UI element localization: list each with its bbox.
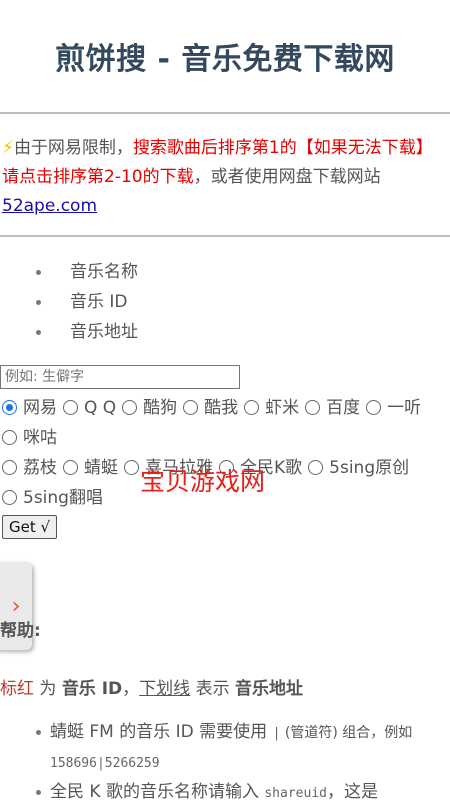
- radio-circle-icon[interactable]: [183, 400, 199, 415]
- radio-label: 虾米: [265, 398, 300, 418]
- help-item: 蜻蜓 FM 的音乐 ID 需要使用 | (管道符) 组合，例如 158696|5…: [0, 718, 450, 778]
- notice-text-2: ，或者使用网盘下载网站: [193, 167, 381, 187]
- radio-label: 百度: [326, 398, 361, 418]
- source-radio-13[interactable]: 5sing翻唱: [2, 483, 103, 513]
- source-radio-5[interactable]: 百度: [305, 393, 360, 423]
- mode-music-url[interactable]: 音乐地址: [0, 317, 450, 347]
- help-heading: 帮助:: [0, 621, 41, 641]
- radio-label: 喜马拉雅: [145, 458, 213, 478]
- notice-text-1: 由于网易限制，: [13, 138, 133, 158]
- legend-music-id: 音乐 ID: [61, 679, 123, 699]
- help-list: 蜻蜓 FM 的音乐 ID 需要使用 | (管道符) 组合，例如 158696|5…: [0, 718, 450, 808]
- netdisk-link[interactable]: 52ape.com: [2, 196, 97, 216]
- radio-circle-icon[interactable]: [244, 400, 260, 415]
- radio-label: 网易: [23, 398, 57, 418]
- source-radio-4[interactable]: 虾米: [244, 393, 299, 423]
- radio-circle-icon[interactable]: [305, 400, 321, 415]
- radio-circle-icon[interactable]: [122, 400, 138, 415]
- radio-label: 5sing原创: [329, 458, 410, 478]
- source-radio-7[interactable]: 咪咕: [2, 423, 57, 453]
- radio-circle-icon[interactable]: [366, 400, 382, 415]
- radio-label: 蜻蜓: [84, 458, 118, 478]
- source-radio-2[interactable]: 酷狗: [122, 393, 177, 423]
- radio-label: 荔枝: [23, 458, 57, 478]
- radio-circle-icon[interactable]: [2, 430, 17, 445]
- radio-circle-icon[interactable]: [2, 460, 17, 475]
- legend-text: 为: [34, 679, 62, 699]
- radio-circle-icon[interactable]: [219, 460, 234, 475]
- radio-circle-icon[interactable]: [2, 400, 17, 415]
- radio-circle-icon[interactable]: [308, 460, 324, 475]
- radio-label: 5sing翻唱: [23, 488, 103, 508]
- search-mode-list: 音乐名称 音乐 ID 音乐地址: [0, 257, 450, 347]
- source-radio-6[interactable]: 一听: [366, 393, 421, 423]
- page-title: 煎饼搜 - 音乐免费下载网: [55, 42, 395, 77]
- source-radio-8[interactable]: 荔枝: [2, 453, 57, 483]
- search-input[interactable]: [0, 365, 240, 389]
- radio-label: 全民K歌: [240, 458, 303, 478]
- source-radio-9[interactable]: 蜻蜓: [63, 453, 118, 483]
- radio-label: Q Q: [84, 398, 117, 418]
- legend-text: ，: [122, 679, 140, 699]
- source-radio-0[interactable]: 网易: [2, 393, 57, 423]
- divider: [0, 235, 450, 237]
- legend-underline: 下划线: [139, 679, 191, 699]
- lightning-icon: ⚡: [2, 138, 14, 158]
- source-radio-12[interactable]: 5sing原创: [308, 453, 409, 483]
- get-button[interactable]: Get √: [2, 515, 58, 539]
- radio-circle-icon[interactable]: [124, 460, 139, 475]
- mode-music-name[interactable]: 音乐名称: [0, 257, 450, 287]
- mode-music-id[interactable]: 音乐 ID: [0, 287, 450, 317]
- help-legend: 标红 为 音乐 ID，下划线 表示 音乐地址: [0, 674, 303, 699]
- radio-label: 一听: [387, 398, 422, 418]
- source-radio-3[interactable]: 酷我: [183, 393, 238, 423]
- help-item: 全民 K 歌的音乐名称请输入 shareuid，这是: [0, 778, 450, 808]
- legend-red: 标红: [0, 679, 34, 699]
- radio-circle-icon[interactable]: [63, 400, 78, 415]
- source-radio-1[interactable]: Q Q: [63, 393, 116, 423]
- radio-circle-icon[interactable]: [63, 460, 78, 475]
- radio-label: 酷狗: [143, 398, 178, 418]
- source-radio-11[interactable]: 全民K歌: [219, 453, 302, 483]
- radio-label: 咪咕: [23, 428, 57, 448]
- notice-banner: ⚡由于网易限制，搜索歌曲后排序第1的【如果无法下载】 请点击排序第2-10的下载…: [0, 114, 450, 235]
- chevron-right-icon: ›: [11, 593, 21, 619]
- legend-music-url: 音乐地址: [234, 679, 303, 699]
- source-radio-group: 网易 Q Q 酷狗 酷我 虾米 百度 一听咪咕荔枝 蜻蜓 喜马拉雅 全民K歌 5sing原创 5sin…: [0, 393, 450, 513]
- radio-label: 酷我: [204, 398, 239, 418]
- source-radio-10[interactable]: 喜马拉雅: [124, 453, 213, 483]
- legend-text: 表示: [190, 679, 235, 699]
- radio-circle-icon[interactable]: [2, 490, 17, 505]
